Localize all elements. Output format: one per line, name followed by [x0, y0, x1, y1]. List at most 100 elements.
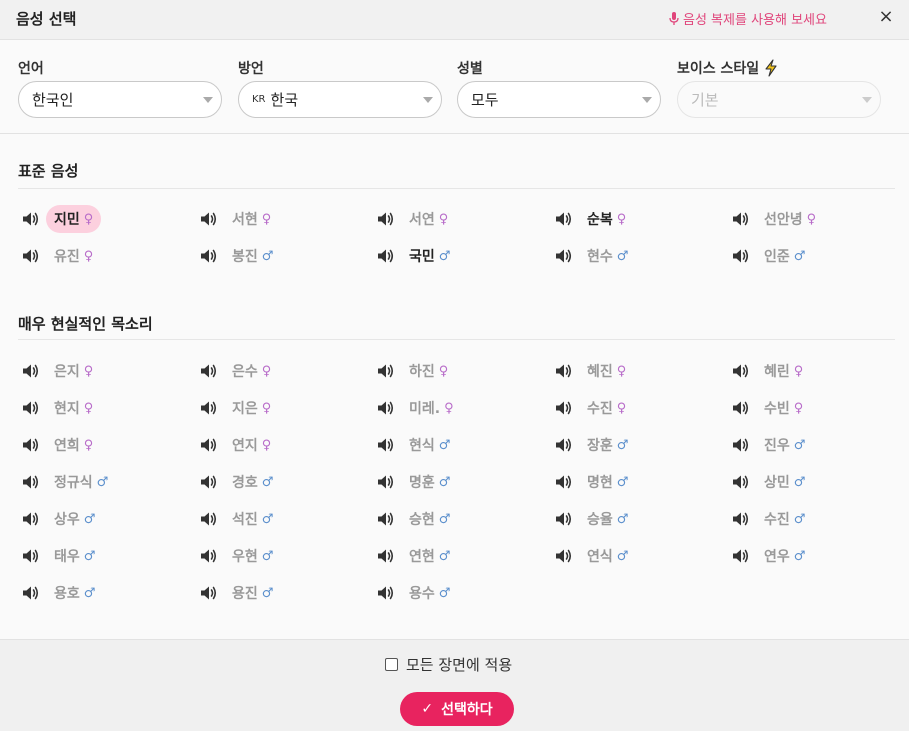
voice-item[interactable]: 수진 ♂: [732, 505, 813, 533]
speaker-icon[interactable]: [732, 248, 750, 264]
voice-name[interactable]: 진우 ♂: [756, 431, 813, 459]
voice-item[interactable]: 석진 ♂: [200, 505, 281, 533]
language-select[interactable]: 한국인: [18, 81, 222, 118]
speaker-icon[interactable]: [377, 400, 395, 416]
speaker-icon[interactable]: [732, 363, 750, 379]
voice-name[interactable]: 지민 ♀: [46, 205, 102, 233]
voice-item[interactable]: 용진 ♂: [200, 579, 281, 607]
voice-name[interactable]: 용진 ♂: [224, 579, 281, 607]
voice-item[interactable]: 정규식 ♂: [22, 468, 116, 496]
voice-name[interactable]: 혜린 ♀: [756, 357, 811, 385]
voice-name[interactable]: 연현 ♂: [401, 542, 458, 570]
voice-name[interactable]: 연희 ♀: [46, 431, 101, 459]
voice-name[interactable]: 연식 ♂: [579, 542, 636, 570]
voice-name[interactable]: 순복 ♀: [579, 205, 634, 233]
speaker-icon[interactable]: [732, 548, 750, 564]
voice-item[interactable]: 연우 ♂: [732, 542, 813, 570]
voice-name[interactable]: 수진 ♀: [579, 394, 634, 422]
voice-item[interactable]: 용수 ♂: [377, 579, 458, 607]
speaker-icon[interactable]: [200, 211, 218, 227]
speaker-icon[interactable]: [732, 211, 750, 227]
speaker-icon[interactable]: [377, 248, 395, 264]
speaker-icon[interactable]: [22, 437, 40, 453]
speaker-icon[interactable]: [22, 548, 40, 564]
speaker-icon[interactable]: [22, 363, 40, 379]
voice-item[interactable]: 명훈 ♂: [377, 468, 458, 496]
voice-name[interactable]: 은지 ♀: [46, 357, 101, 385]
voice-name[interactable]: 연우 ♂: [756, 542, 813, 570]
speaker-icon[interactable]: [377, 211, 395, 227]
voice-name[interactable]: 미레. ♀: [401, 394, 462, 422]
voice-name[interactable]: 선안녕 ♀: [756, 205, 824, 233]
voice-item[interactable]: 연식 ♂: [555, 542, 636, 570]
voice-item[interactable]: 은수 ♀: [200, 357, 279, 385]
speaker-icon[interactable]: [377, 511, 395, 527]
voice-item[interactable]: 은지 ♀: [22, 357, 101, 385]
voice-item[interactable]: 서현 ♀: [200, 205, 279, 233]
voice-item[interactable]: 선안녕 ♀: [732, 205, 824, 233]
speaker-icon[interactable]: [377, 437, 395, 453]
voice-name[interactable]: 명현 ♂: [579, 468, 636, 496]
voice-item[interactable]: 수진 ♀: [555, 394, 634, 422]
speaker-icon[interactable]: [200, 511, 218, 527]
speaker-icon[interactable]: [555, 548, 573, 564]
voice-item[interactable]: 혜진 ♀: [555, 357, 634, 385]
speaker-icon[interactable]: [555, 211, 573, 227]
voice-item[interactable]: 순복 ♀: [555, 205, 634, 233]
voice-item[interactable]: 지은 ♀: [200, 394, 279, 422]
speaker-icon[interactable]: [555, 248, 573, 264]
voice-name[interactable]: 상민 ♂: [756, 468, 813, 496]
speaker-icon[interactable]: [200, 248, 218, 264]
speaker-icon[interactable]: [377, 548, 395, 564]
speaker-icon[interactable]: [200, 585, 218, 601]
speaker-icon[interactable]: [200, 363, 218, 379]
speaker-icon[interactable]: [22, 248, 40, 264]
voice-item[interactable]: 혜린 ♀: [732, 357, 811, 385]
voice-item[interactable]: 연현 ♂: [377, 542, 458, 570]
voice-clone-link[interactable]: 음성 복제를 사용해 보세요: [669, 9, 827, 28]
speaker-icon[interactable]: [200, 437, 218, 453]
speaker-icon[interactable]: [200, 400, 218, 416]
voice-item[interactable]: 봉진 ♂: [200, 242, 281, 270]
voice-name[interactable]: 서현 ♀: [224, 205, 279, 233]
voice-item[interactable]: 승현 ♂: [377, 505, 458, 533]
speaker-icon[interactable]: [555, 363, 573, 379]
voice-name[interactable]: 하진 ♀: [401, 357, 456, 385]
voice-item[interactable]: 수빈 ♀: [732, 394, 811, 422]
speaker-icon[interactable]: [555, 400, 573, 416]
voice-item[interactable]: 미레. ♀: [377, 394, 462, 422]
speaker-icon[interactable]: [555, 474, 573, 490]
voice-item[interactable]: 우현 ♂: [200, 542, 281, 570]
voice-name[interactable]: 현식 ♂: [401, 431, 458, 459]
voice-name[interactable]: 승현 ♂: [401, 505, 458, 533]
voice-item[interactable]: 인준 ♂: [732, 242, 813, 270]
voice-item[interactable]: 지민 ♀: [22, 205, 102, 233]
voice-item[interactable]: 서연 ♀: [377, 205, 456, 233]
speaker-icon[interactable]: [200, 474, 218, 490]
voice-name[interactable]: 유진 ♀: [46, 242, 101, 270]
voice-name[interactable]: 상우 ♂: [46, 505, 103, 533]
speaker-icon[interactable]: [377, 474, 395, 490]
speaker-icon[interactable]: [22, 474, 40, 490]
voice-name[interactable]: 태우 ♂: [46, 542, 103, 570]
voice-name[interactable]: 서연 ♀: [401, 205, 456, 233]
gender-select[interactable]: 모두: [457, 81, 661, 118]
voice-name[interactable]: 현수 ♂: [579, 242, 636, 270]
voice-name[interactable]: 수진 ♂: [756, 505, 813, 533]
voice-item[interactable]: 장훈 ♂: [555, 431, 636, 459]
speaker-icon[interactable]: [732, 511, 750, 527]
speaker-icon[interactable]: [555, 511, 573, 527]
speaker-icon[interactable]: [22, 211, 40, 227]
voice-item[interactable]: 현수 ♂: [555, 242, 636, 270]
voice-name[interactable]: 혜진 ♀: [579, 357, 634, 385]
select-button[interactable]: ✓ 선택하다: [400, 692, 514, 726]
voice-name[interactable]: 지은 ♀: [224, 394, 279, 422]
voice-name[interactable]: 석진 ♂: [224, 505, 281, 533]
speaker-icon[interactable]: [732, 400, 750, 416]
voice-name[interactable]: 정규식 ♂: [46, 468, 116, 496]
voice-name[interactable]: 우현 ♂: [224, 542, 281, 570]
speaker-icon[interactable]: [732, 437, 750, 453]
voice-name[interactable]: 인준 ♂: [756, 242, 813, 270]
voice-item[interactable]: 진우 ♂: [732, 431, 813, 459]
voice-item[interactable]: 용호 ♂: [22, 579, 103, 607]
